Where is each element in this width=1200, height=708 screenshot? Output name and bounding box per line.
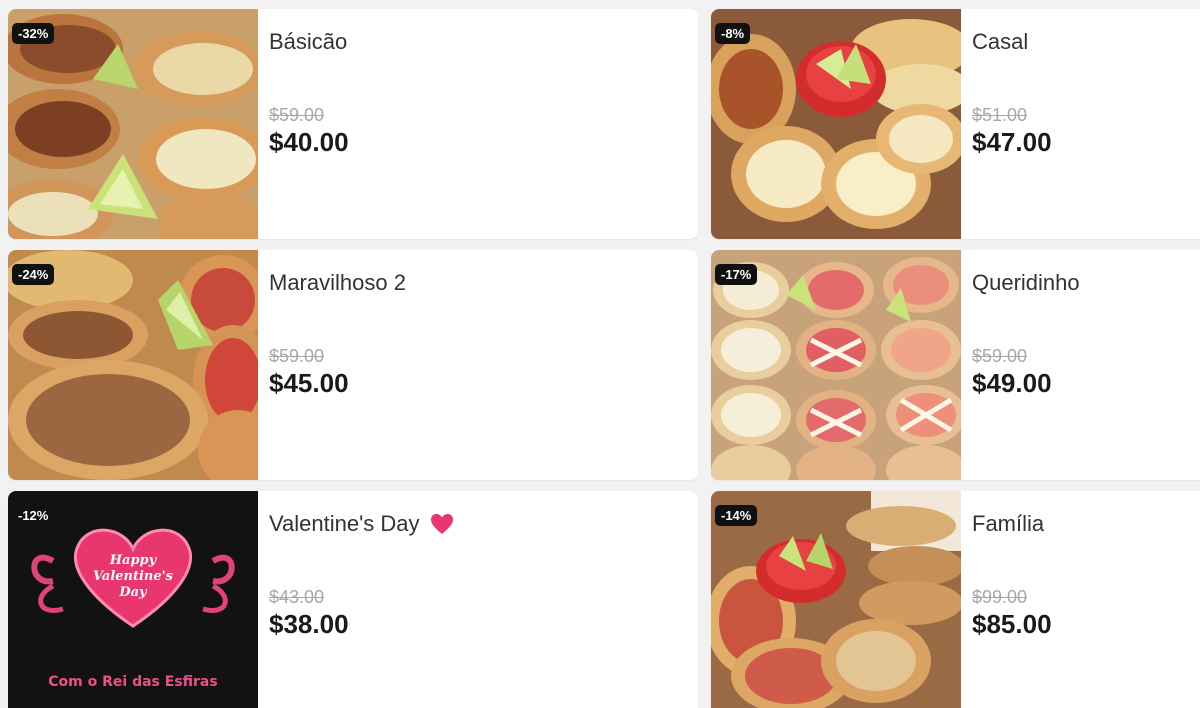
product-image[interactable]: -14% xyxy=(711,491,961,708)
product-card-basicao[interactable]: -32% Básicão $59.00 $40.00 xyxy=(8,9,698,239)
valentine-heart-text: Happy xyxy=(109,553,158,568)
discount-badge: -24% xyxy=(12,264,55,285)
original-price: $59.00 xyxy=(269,346,325,366)
product-grid: -32% Básicão $59.00 $40.00 -8% Casal $51… xyxy=(0,0,1200,708)
product-card-maravilhoso-2[interactable]: -24% Maravilhoso 2 $59.00 $45.00 xyxy=(8,250,698,480)
product-card-casal[interactable]: -8% Casal $51.00 $47.00 xyxy=(711,9,1200,239)
discount-badge: -12% xyxy=(12,505,55,526)
original-price: $43.00 xyxy=(269,587,325,607)
product-info: Casal $51.00 $47.00 xyxy=(961,9,1200,239)
product-info: Básicão $59.00 $40.00 xyxy=(258,9,698,239)
product-name: Maravilhoso 2 xyxy=(269,270,406,295)
product-card-queridinho[interactable]: -17% Queridinho $59.00 $49.00 xyxy=(711,250,1200,480)
product-name-text: Valentine's Day xyxy=(269,511,420,536)
esfiha-platter-image xyxy=(711,9,961,239)
product-name: Casal xyxy=(972,29,1029,54)
heart-icon xyxy=(430,514,453,534)
discount-badge: -32% xyxy=(12,23,55,44)
product-name: Queridinho xyxy=(972,270,1080,295)
sale-price: $40.00 xyxy=(269,127,349,157)
sale-price: $38.00 xyxy=(269,609,349,639)
sale-price: $47.00 xyxy=(972,127,1052,157)
svg-text:Day: Day xyxy=(118,585,148,600)
sale-price: $45.00 xyxy=(269,368,349,398)
product-image[interactable]: -12% Happy Valentine's Day Com o Rei das… xyxy=(8,491,258,708)
product-image[interactable]: -32% xyxy=(8,9,258,239)
original-price: $59.00 xyxy=(269,105,325,125)
product-name: Família xyxy=(972,511,1045,536)
original-price: $99.00 xyxy=(972,587,1028,607)
product-image[interactable]: -17% xyxy=(711,250,961,480)
product-info: Família $99.00 $85.00 xyxy=(961,491,1200,708)
product-name: Básicão xyxy=(269,29,348,54)
product-info: Queridinho $59.00 $49.00 xyxy=(961,250,1200,480)
svg-text:Valentine's: Valentine's xyxy=(93,569,174,584)
discount-badge: -14% xyxy=(715,505,758,526)
product-image[interactable]: -8% xyxy=(711,9,961,239)
product-image[interactable]: -24% xyxy=(8,250,258,480)
original-price: $59.00 xyxy=(972,346,1028,366)
discount-badge: -17% xyxy=(715,264,758,285)
product-info: Maravilhoso 2 $59.00 $45.00 xyxy=(258,250,698,480)
original-price: $51.00 xyxy=(972,105,1028,125)
sale-price: $85.00 xyxy=(972,609,1052,639)
discount-badge: -8% xyxy=(715,23,751,44)
product-card-valentines-day[interactable]: -12% Happy Valentine's Day Com o Rei das… xyxy=(8,491,698,708)
sale-price: $49.00 xyxy=(972,368,1052,398)
product-card-familia[interactable]: -14% Família $99.00 $85.00 xyxy=(711,491,1200,708)
valentine-footer-text: Com o Rei das Esfiras xyxy=(48,674,217,690)
product-name: Valentine's Day xyxy=(269,511,698,537)
product-info: Valentine's Day $43.00 $38.00 xyxy=(258,491,698,708)
